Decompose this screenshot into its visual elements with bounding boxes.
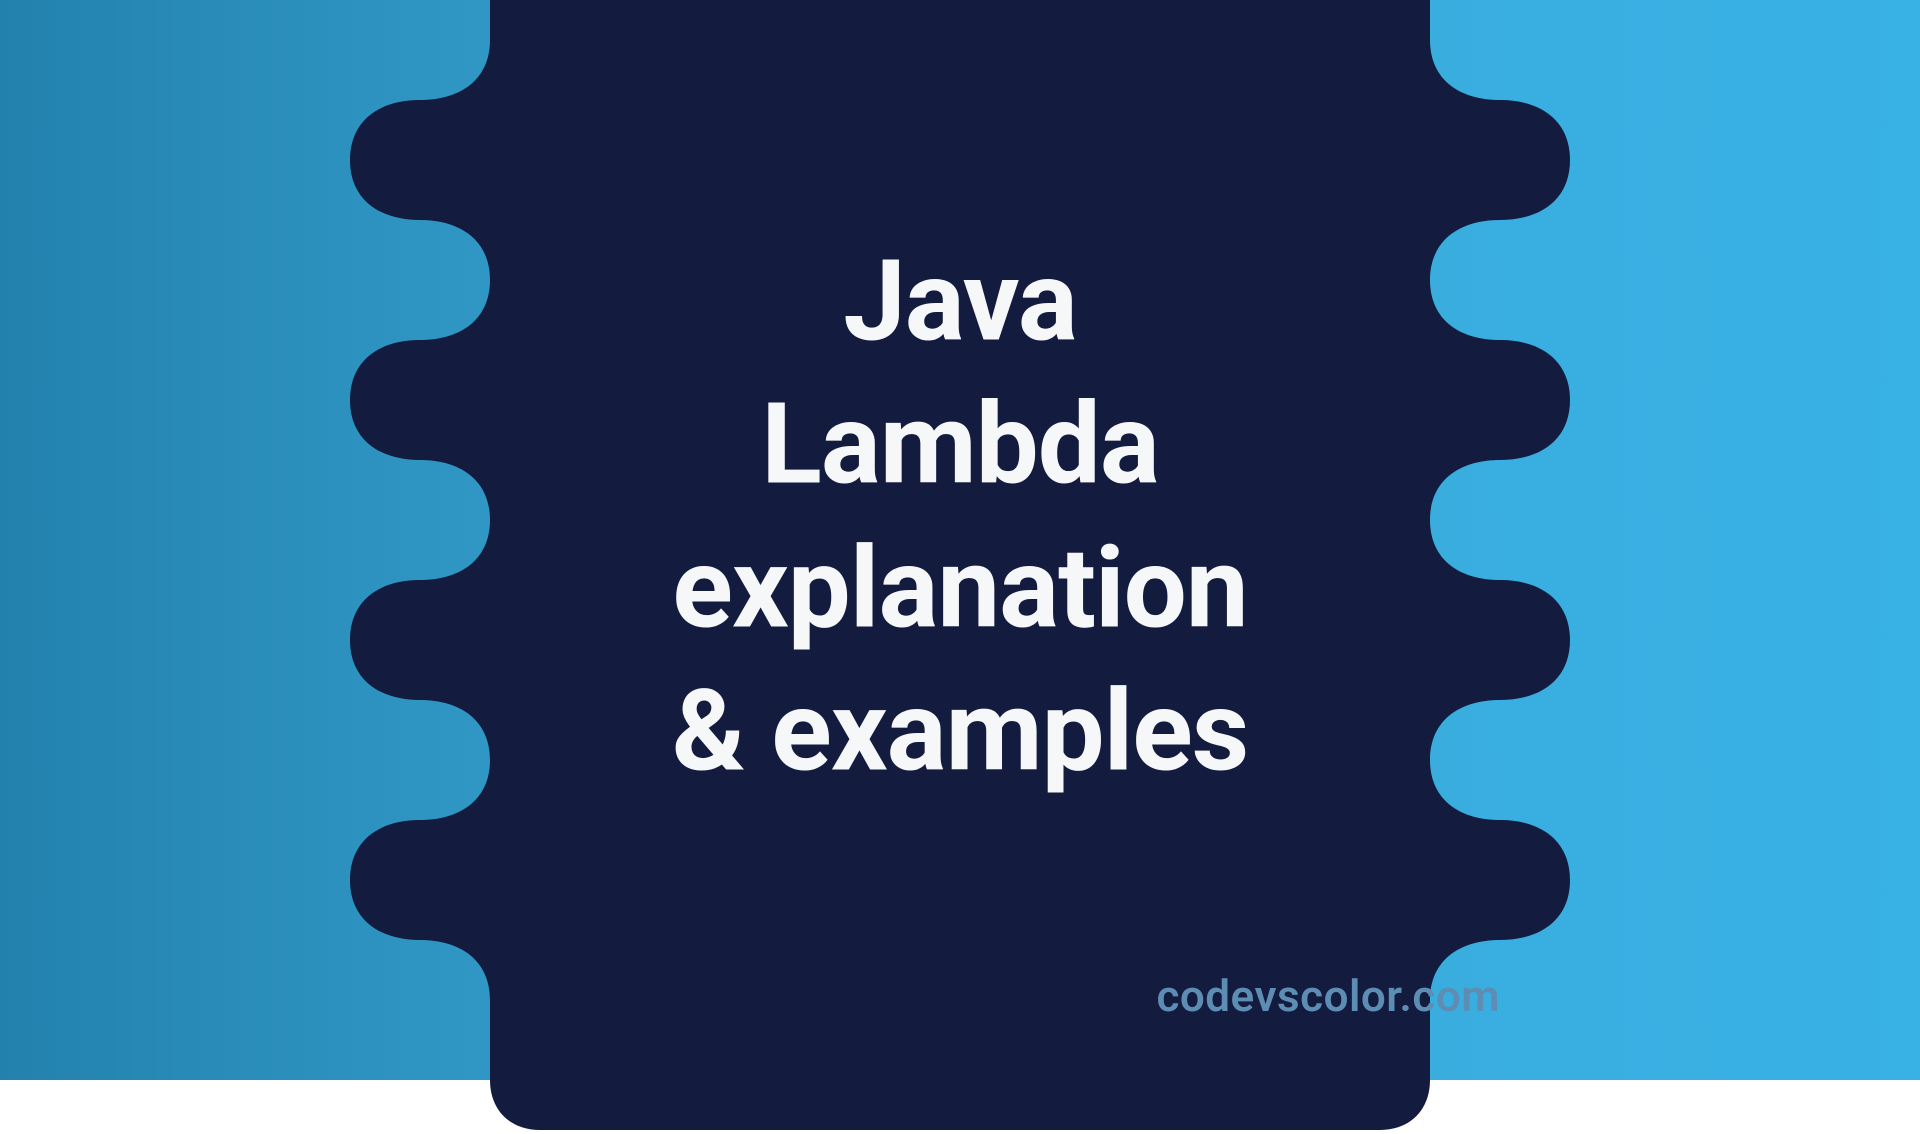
title-line-1: Java xyxy=(672,230,1249,373)
site-attribution: codevscolor.com xyxy=(360,970,1560,1022)
title-line-3: explanation xyxy=(672,517,1249,660)
main-title: Java Lambda explanation & examples xyxy=(672,230,1249,803)
title-line-2: Lambda xyxy=(672,374,1249,517)
title-line-4: & examples xyxy=(672,660,1249,803)
